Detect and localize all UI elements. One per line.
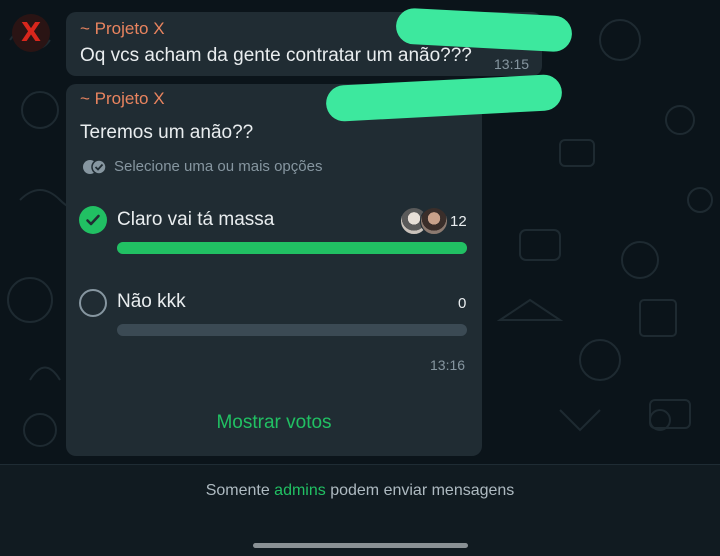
admins-only-notice: Somente admins podem enviar mensagens	[0, 482, 720, 500]
checkbox-unchecked[interactable]	[79, 289, 107, 317]
notice-suffix: podem enviar mensagens	[325, 482, 515, 499]
poll-option-bar	[117, 242, 467, 254]
poll-bubble[interactable]: ~ Projeto X Teremos um anão?? Selecione …	[66, 84, 482, 456]
checkmark-icon	[86, 214, 100, 226]
double-check-icon	[83, 158, 107, 175]
poll-option-bar-fill	[117, 242, 467, 254]
poll-sender[interactable]: ~ Projeto X	[80, 89, 165, 109]
notice-prefix: Somente	[205, 482, 275, 499]
poll-option-bar	[117, 324, 467, 336]
message-text: Oq vcs acham da gente contratar um anão?…	[80, 45, 472, 66]
read-only-footer: Somente admins podem enviar mensagens	[0, 464, 720, 556]
show-votes-button[interactable]: Mostrar votos	[66, 412, 482, 434]
voter-avatar	[420, 207, 448, 235]
group-avatar[interactable]: X	[12, 14, 50, 52]
message-time: 13:15	[494, 56, 530, 72]
poll-option-label: Não kkk	[117, 291, 186, 312]
poll-hint: Selecione uma ou mais opções	[82, 158, 322, 175]
checkbox-checked[interactable]	[79, 206, 107, 234]
poll-option-label: Claro vai tá massa	[117, 209, 275, 230]
notice-admins-link[interactable]: admins	[274, 482, 326, 499]
poll-question: Teremos um anão??	[80, 122, 254, 143]
poll-option-votes: 0	[458, 295, 467, 312]
home-indicator[interactable]	[253, 543, 468, 548]
voter-avatars[interactable]	[400, 207, 450, 235]
poll-hint-text: Selecione uma ou mais opções	[114, 158, 323, 175]
group-avatar-glyph: X	[20, 18, 42, 48]
poll-option-votes: 12	[450, 213, 467, 230]
message-sender[interactable]: ~ Projeto X	[80, 19, 165, 39]
poll-time: 13:16	[430, 357, 466, 373]
